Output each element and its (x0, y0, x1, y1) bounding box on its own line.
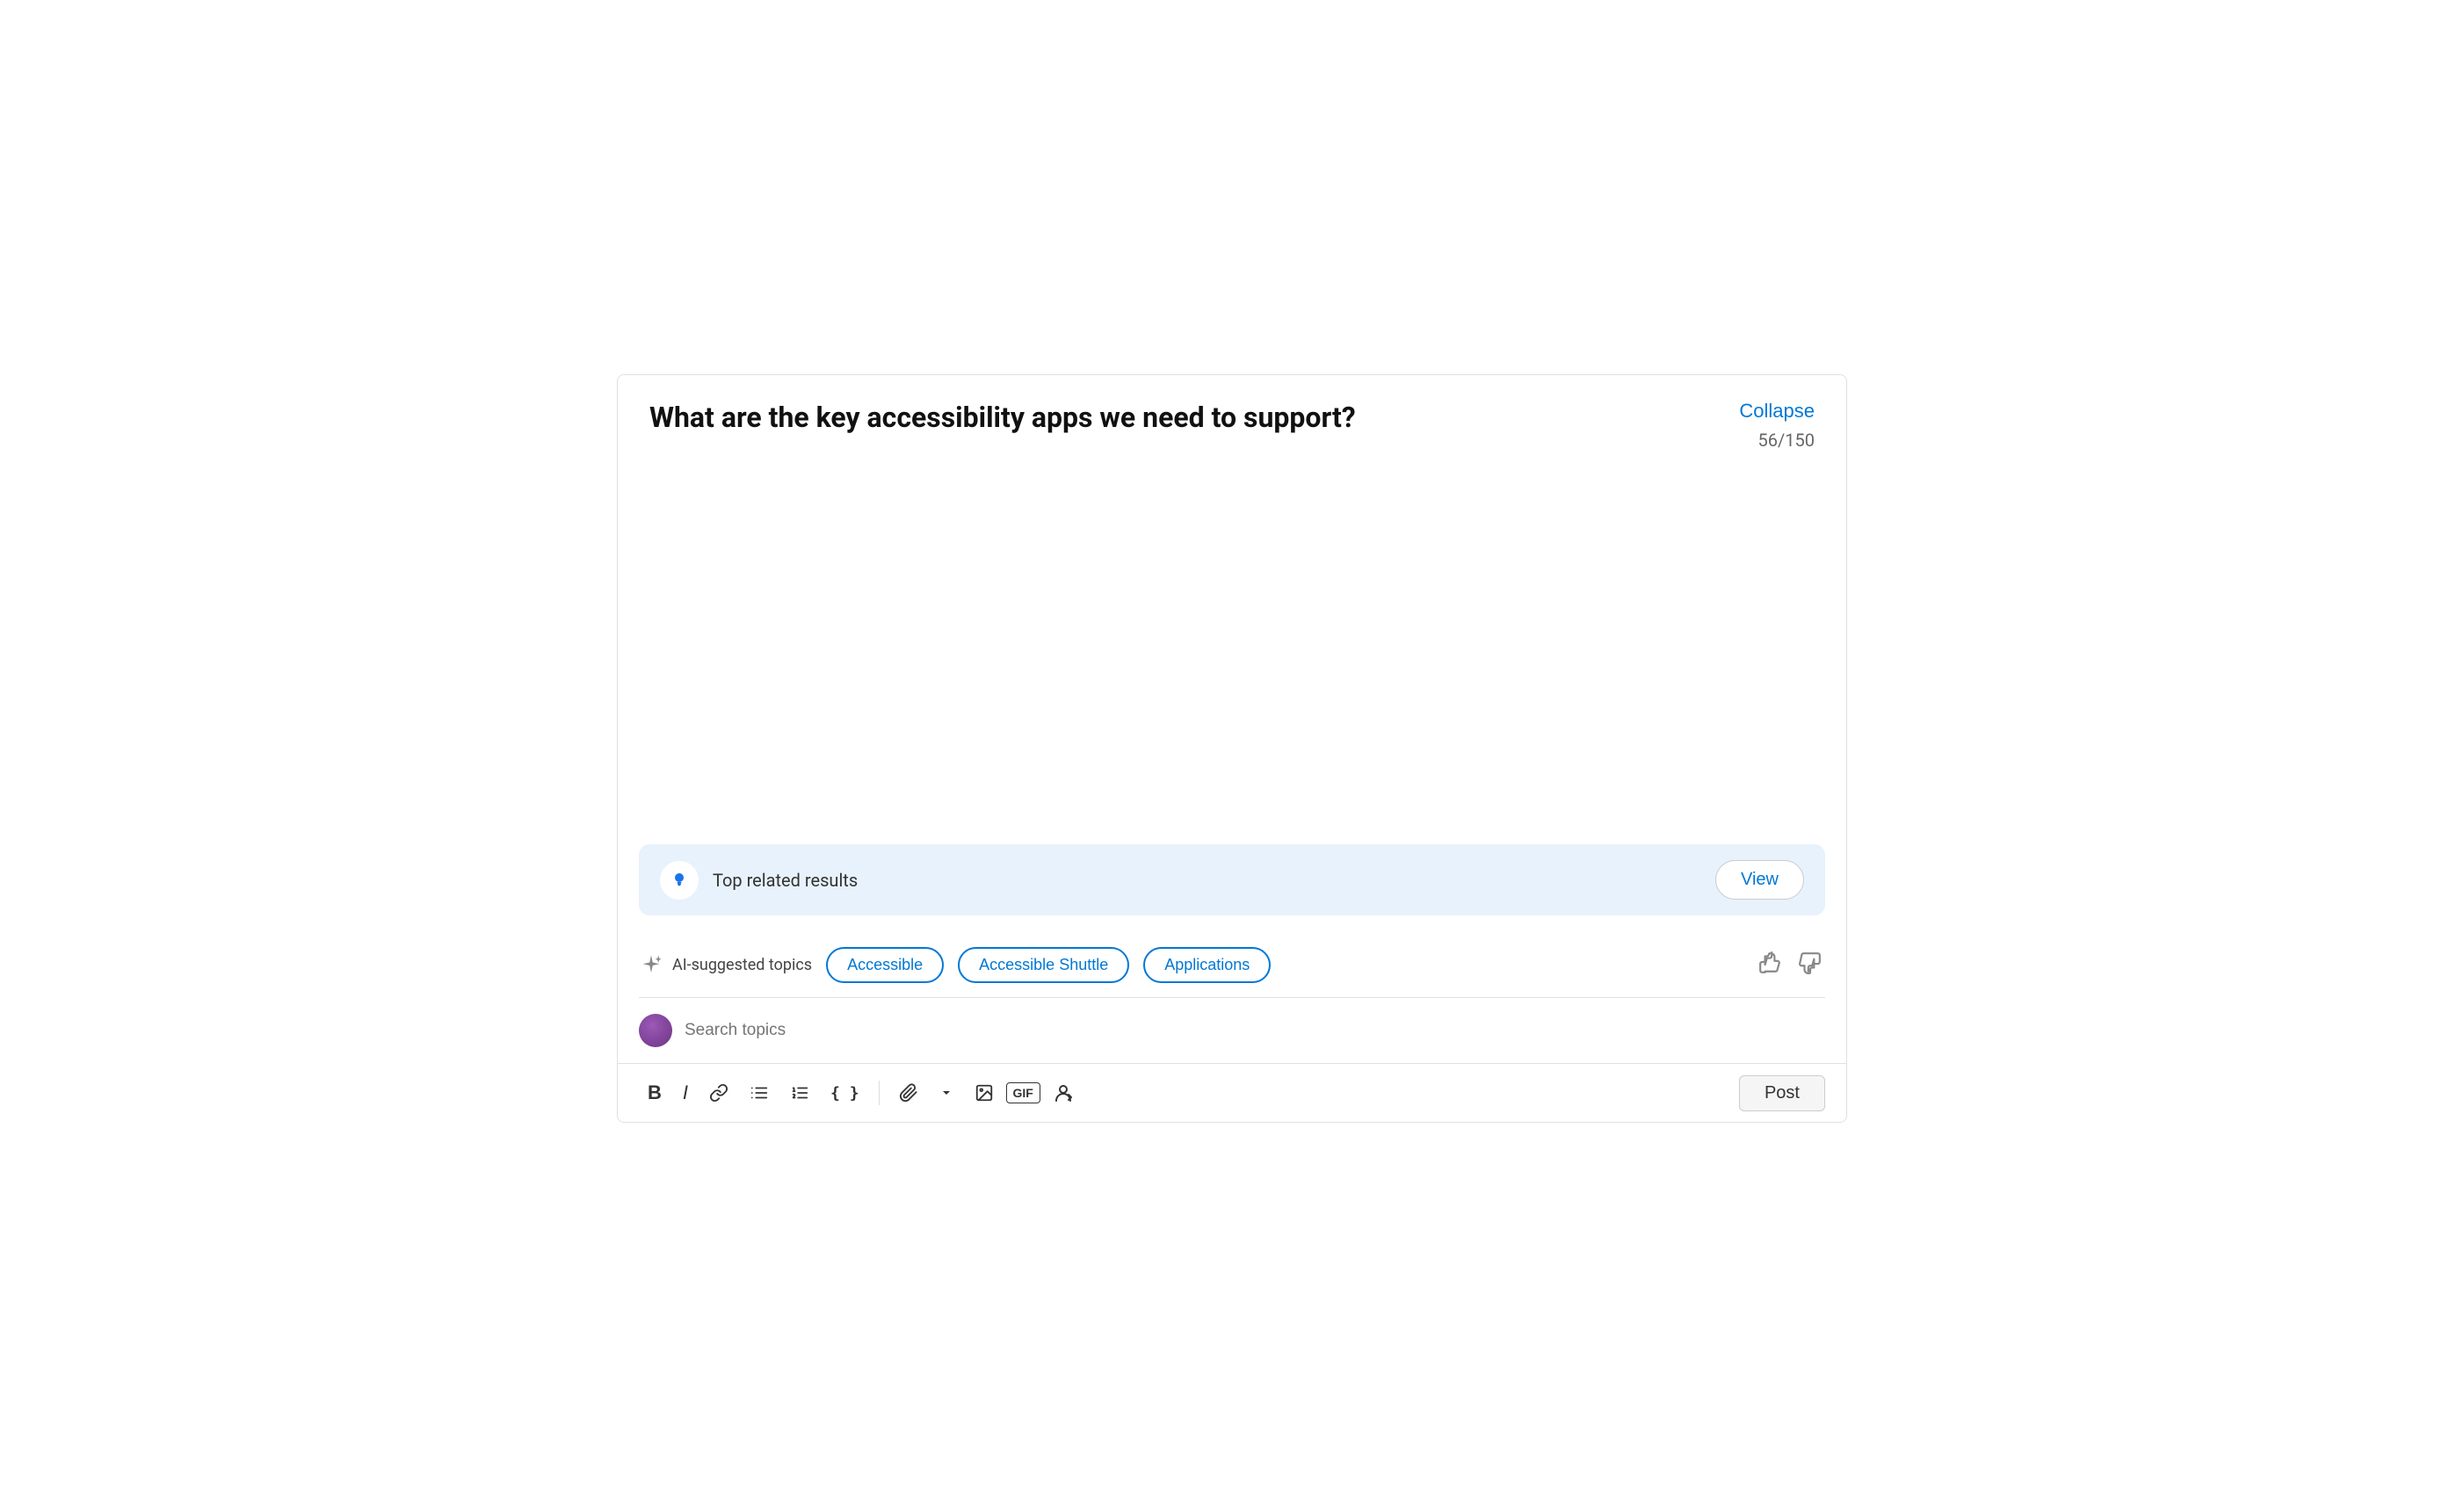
thumbs-down-icon (1799, 951, 1822, 974)
sparkle-icon (639, 953, 663, 978)
toolbar-separator (879, 1081, 880, 1105)
topic-chip-accessible-shuttle[interactable]: Accessible Shuttle (958, 947, 1129, 983)
numbered-list-button[interactable] (781, 1076, 818, 1110)
ai-topics-label: AI-suggested topics (639, 953, 812, 978)
search-topics-input[interactable] (685, 1021, 1825, 1040)
bold-button[interactable]: B (639, 1074, 670, 1111)
ai-topics-section: AI-suggested topics Accessible Accessibl… (618, 929, 1846, 997)
related-results-bar: Top related results View (639, 844, 1825, 915)
bullet-list-button[interactable] (741, 1076, 778, 1110)
code-button[interactable]: { } (822, 1077, 868, 1110)
gif-button[interactable]: GIF (1006, 1082, 1040, 1103)
attach-dropdown-button[interactable] (931, 1079, 962, 1107)
bullet-list-icon (750, 1083, 769, 1103)
toolbar: B I { } (618, 1064, 1846, 1122)
chevron-down-icon (939, 1086, 953, 1100)
image-icon (975, 1083, 994, 1103)
thumbs-down-button[interactable] (1795, 948, 1825, 983)
mention-icon (1053, 1082, 1074, 1103)
related-results-text: Top related results (713, 870, 1701, 891)
editor-header: What are the key accessibility apps we n… (618, 375, 1846, 468)
topic-chip-accessible[interactable]: Accessible (826, 947, 944, 983)
char-count: 56/150 (1758, 430, 1815, 451)
topic-chip-applications[interactable]: Applications (1143, 947, 1271, 983)
collapse-button[interactable]: Collapse (1739, 400, 1815, 423)
link-icon (709, 1083, 728, 1103)
link-button[interactable] (700, 1076, 737, 1110)
search-topics-row (618, 998, 1846, 1063)
numbered-list-icon (790, 1083, 809, 1103)
mention-button[interactable] (1044, 1075, 1083, 1110)
editor-container: What are the key accessibility apps we n… (617, 374, 1847, 1123)
topics-avatar (639, 1014, 672, 1047)
editor-body[interactable] (618, 468, 1846, 830)
image-button[interactable] (966, 1076, 1003, 1110)
thumbs-up-button[interactable] (1755, 948, 1785, 983)
attach-button[interactable] (890, 1076, 927, 1110)
view-button[interactable]: View (1715, 860, 1804, 900)
bulb-icon-container (660, 861, 699, 900)
attach-icon (899, 1083, 918, 1103)
ai-topics-label-text: AI-suggested topics (672, 956, 812, 974)
bulb-icon (669, 870, 690, 891)
thumbs-container (1755, 948, 1825, 983)
editor-title: What are the key accessibility apps we n… (649, 400, 1356, 437)
thumbs-up-icon (1758, 951, 1781, 974)
italic-button[interactable]: I (674, 1074, 697, 1111)
post-button[interactable]: Post (1739, 1075, 1825, 1111)
header-right: Collapse 56/150 (1739, 400, 1815, 451)
